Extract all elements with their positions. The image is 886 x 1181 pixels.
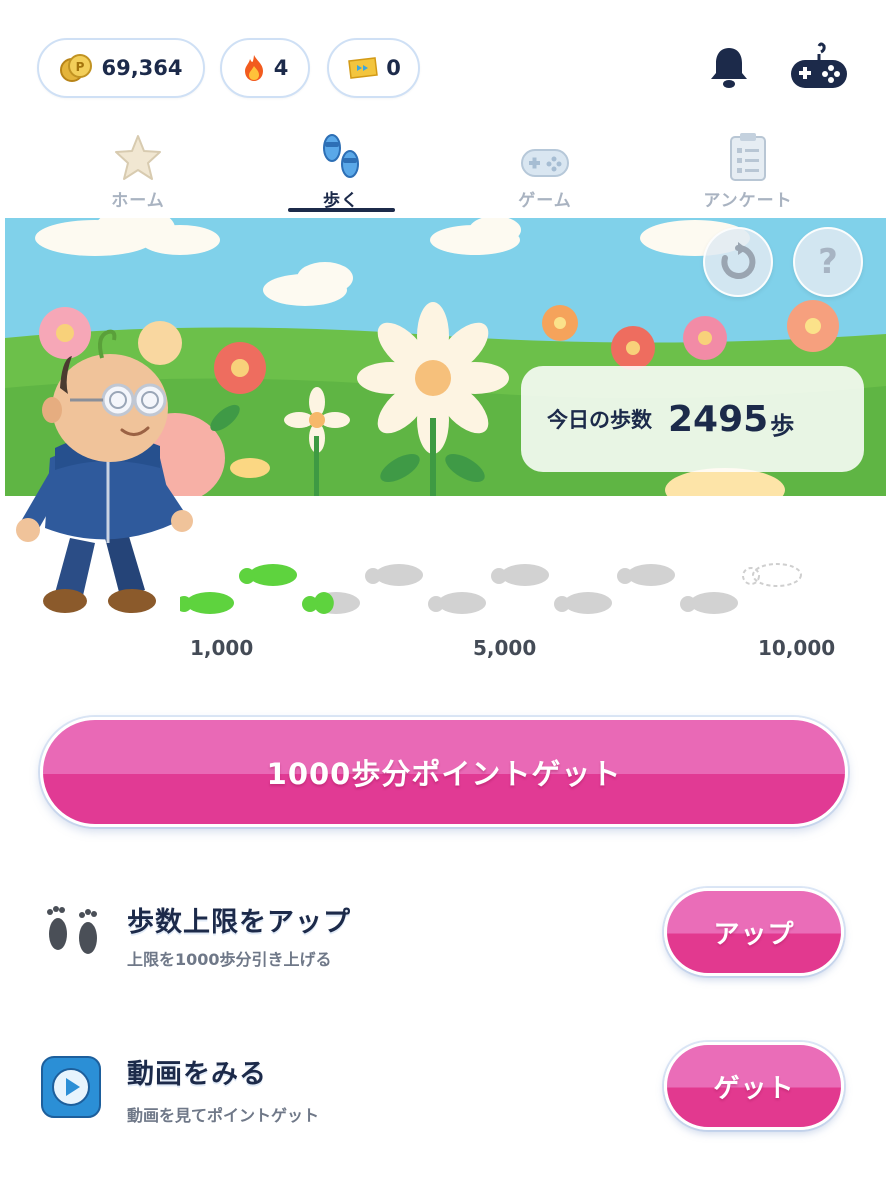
today-steps-card: 今日の歩数 2495 歩: [521, 366, 864, 472]
footprint: [302, 592, 360, 614]
coin-balance-pill[interactable]: P 69,364: [37, 38, 205, 98]
get-points-label: 1000歩分ポイントゲット: [266, 757, 622, 791]
footprint: [180, 592, 234, 614]
streak-count: 4: [273, 56, 289, 80]
footprint: [554, 592, 612, 614]
slippers-icon: [323, 134, 359, 178]
milestone-1000: 1,000: [190, 636, 254, 660]
tab-survey[interactable]: アンケート: [678, 130, 818, 211]
footprint: [680, 592, 738, 614]
footprint: [428, 592, 486, 614]
watch-video-title: 動画をみる: [127, 1059, 267, 1090]
milestone-10000: 10,000: [758, 636, 836, 660]
tab-walk[interactable]: 歩く: [271, 130, 411, 211]
play-video-icon: [41, 1056, 101, 1118]
tab-game[interactable]: ゲーム: [475, 130, 615, 211]
footprint: [239, 564, 297, 586]
coin-icon: P: [60, 54, 93, 82]
help-icon: ?: [818, 242, 838, 282]
fire-icon: [244, 55, 263, 81]
footprint: [617, 564, 675, 586]
refresh-button[interactable]: [703, 227, 773, 297]
watch-video-button[interactable]: ゲット: [664, 1042, 844, 1130]
footprint: [742, 563, 802, 587]
gamepad-icon: [521, 149, 569, 177]
footprint: [365, 564, 423, 586]
watch-video-button-label: ゲット: [713, 1073, 795, 1104]
tab-home[interactable]: ホーム: [68, 130, 208, 211]
raise-limit-title: 歩数上限をアップ: [127, 907, 351, 938]
star-icon: [115, 135, 161, 180]
raise-limit-button[interactable]: アップ: [664, 888, 844, 976]
walking-grandpa-character: [16, 329, 193, 613]
streak-pill[interactable]: 4: [220, 38, 310, 98]
today-steps-label: 今日の歩数: [547, 408, 652, 432]
bell-icon[interactable]: [706, 44, 752, 90]
footprints-icon: [47, 906, 97, 954]
ticket-count: 0: [386, 56, 401, 80]
ticket-pill[interactable]: 0: [327, 38, 420, 98]
watch-video-subtitle: 動画を見てポイントゲット: [127, 1106, 320, 1125]
today-steps-unit: 歩: [770, 411, 795, 440]
clipboard-icon: [730, 133, 766, 181]
footprint: [491, 564, 549, 586]
active-tab-indicator: [288, 208, 395, 212]
gamepad-icon[interactable]: [788, 42, 850, 92]
refresh-icon: [721, 242, 756, 279]
raise-limit-button-label: アップ: [713, 919, 795, 950]
raise-limit-subtitle: 上限を1000歩分引き上げる: [127, 950, 332, 969]
coin-count: 69,364: [101, 56, 183, 80]
milestone-5000: 5,000: [473, 636, 537, 660]
svg-text:P: P: [76, 60, 85, 74]
today-steps-value: 2495: [668, 398, 769, 440]
tab-survey-label: アンケート: [703, 191, 793, 211]
help-button[interactable]: ?: [793, 227, 863, 297]
ticket-icon: [348, 57, 379, 79]
get-points-button[interactable]: 1000歩分ポイントゲット: [40, 717, 848, 827]
tab-home-label: ホーム: [111, 191, 165, 211]
tab-game-label: ゲーム: [518, 191, 572, 211]
step-progress-track: [180, 563, 802, 614]
